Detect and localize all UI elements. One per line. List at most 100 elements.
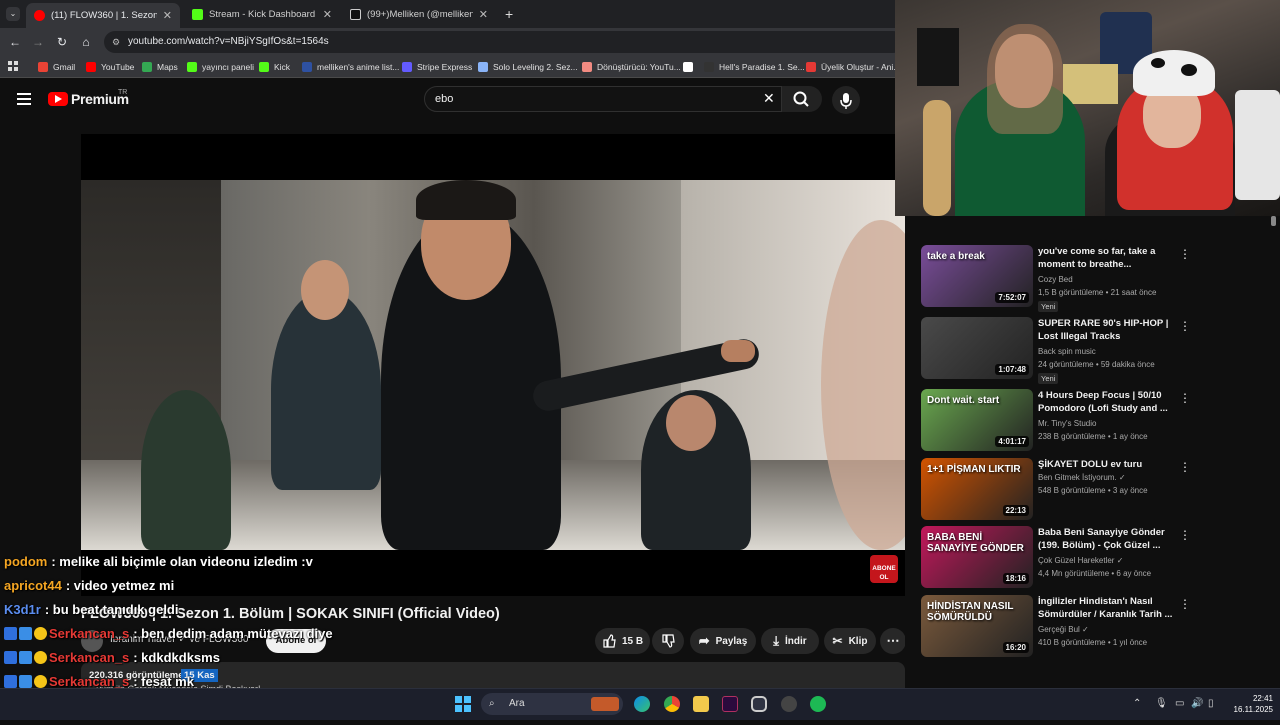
recommended-title[interactable]: 4 Hours Deep Focus | 50/10 Pomodoro (Lof… bbox=[1038, 389, 1176, 415]
recommended-channel[interactable]: Cozy Bed bbox=[1038, 275, 1073, 284]
back-arrow-icon[interactable]: ← bbox=[6, 33, 24, 51]
thumbnail-text: HİNDİSTAN NASIL SÖMÜRÜLDÜ bbox=[927, 601, 1014, 623]
home-icon[interactable]: ⌂ bbox=[77, 33, 95, 51]
recommended-title[interactable]: ŞİKAYET DOLU ev turu bbox=[1038, 458, 1176, 471]
tray-chevron-icon[interactable]: ⌃ bbox=[1133, 698, 1141, 709]
recommended-channel[interactable]: Ben Gitmek İstiyorum. ✓ bbox=[1038, 473, 1126, 482]
more-options-icon[interactable]: ⋮ bbox=[1179, 460, 1191, 474]
recommended-title[interactable]: İngilizler Hindistan'ı Nasıl Sömürdüler … bbox=[1038, 595, 1176, 621]
app-icon[interactable] bbox=[722, 696, 738, 712]
recommended-channel[interactable]: Mr. Tiny's Studio bbox=[1038, 419, 1096, 428]
video-thumbnail[interactable]: Dont wait. start 4:01:17 bbox=[921, 389, 1033, 451]
taskbar-clock[interactable]: 22:41 16.11.2025 bbox=[1228, 693, 1273, 715]
bookmark-item[interactable]: Maps bbox=[142, 58, 178, 76]
subscribe-watermark[interactable]: ABONE OL bbox=[870, 555, 898, 583]
edge-icon[interactable] bbox=[634, 696, 650, 712]
recommended-channel[interactable]: Çok Güzel Hareketler ✓ bbox=[1038, 556, 1123, 565]
recommended-title[interactable]: you've come so far, take a moment to bre… bbox=[1038, 245, 1176, 272]
bookmark-icon bbox=[478, 62, 488, 72]
voice-search-button[interactable] bbox=[832, 86, 860, 114]
download-button[interactable]: ⤓ İndir bbox=[761, 628, 819, 654]
like-button[interactable]: 15 B bbox=[595, 628, 650, 654]
chat-message: K3d1r: bu beat tanıdık geldi bbox=[4, 602, 178, 617]
bookmark-item[interactable]: Solo Leveling 2. Sez... bbox=[478, 58, 578, 76]
video-duration: 22:13 bbox=[1002, 505, 1029, 516]
more-options-icon[interactable]: ⋮ bbox=[1179, 391, 1191, 405]
obs-icon[interactable] bbox=[751, 696, 767, 712]
bookmark-item[interactable]: YouTube bbox=[86, 58, 134, 76]
bookmark-item[interactable]: Kick bbox=[259, 58, 290, 76]
tab-label: (99+)Melliken (@melliken) | Tik bbox=[367, 8, 473, 20]
video-thumbnail[interactable]: 1:07:48 bbox=[921, 317, 1033, 379]
tab-label: (11) FLOW360 | 1. Sezon 1. Bölü bbox=[51, 10, 157, 21]
more-options-icon[interactable]: ⋮ bbox=[1179, 597, 1191, 611]
search-input[interactable]: ebo bbox=[424, 86, 782, 112]
close-tab-icon[interactable]: ✕ bbox=[323, 8, 332, 21]
bookmark-item[interactable]: melliken's anime list... bbox=[302, 58, 399, 76]
more-actions-button[interactable]: ⋯ bbox=[880, 628, 906, 654]
video-thumbnail[interactable]: 1+1 PİŞMAN LIKTIR 22:13 bbox=[921, 458, 1033, 520]
clip-button[interactable]: ✂ Klip bbox=[824, 628, 876, 654]
tab-youtube[interactable]: (11) FLOW360 | 1. Sezon 1. Bölü ✕ bbox=[26, 3, 180, 28]
bookmark-item[interactable]: Üyelik Oluştur - Ani... bbox=[806, 58, 900, 76]
download-icon: ⤓ bbox=[773, 633, 780, 648]
chat-username: podom bbox=[4, 554, 48, 569]
taskbar-search-input[interactable]: ⌕ Ara bbox=[481, 693, 623, 715]
chat-text: : fesat mk bbox=[133, 674, 194, 689]
recommended-channel[interactable]: Back spin music bbox=[1038, 347, 1096, 356]
recommended-title[interactable]: SUPER RARE 90's HIP-HOP | Lost Illegal T… bbox=[1038, 317, 1176, 343]
network-icon[interactable]: ▭ bbox=[1175, 698, 1184, 709]
video-thumbnail[interactable]: HİNDİSTAN NASIL SÖMÜRÜLDÜ 16:20 bbox=[921, 595, 1033, 657]
app-icon[interactable] bbox=[781, 696, 797, 712]
bookmark-item[interactable]: Dönüştürücü: YouTu... bbox=[582, 58, 681, 76]
scrollbar[interactable] bbox=[1271, 216, 1276, 226]
video-thumbnail[interactable]: take a break 7:52:07 bbox=[921, 245, 1033, 307]
thumbnail-text: Dont wait. start bbox=[927, 395, 1000, 406]
bookmark-item[interactable]: yayıncı paneli bbox=[187, 58, 254, 76]
video-duration: 7:52:07 bbox=[995, 292, 1029, 303]
file-explorer-icon[interactable] bbox=[693, 696, 709, 712]
close-tab-icon[interactable]: ✕ bbox=[163, 9, 172, 22]
bookmark-icon bbox=[683, 62, 693, 72]
share-button[interactable]: ➦ Paylaş bbox=[690, 628, 756, 654]
bookmark-item[interactable] bbox=[683, 58, 698, 76]
microphone-icon[interactable]: 🎙 bbox=[1155, 698, 1168, 709]
spotify-icon[interactable] bbox=[810, 696, 826, 712]
battery-icon[interactable]: ▯ bbox=[1208, 698, 1214, 709]
video-thumbnail[interactable]: BABA BENİ SANAYİYE GÖNDER 18:16 bbox=[921, 526, 1033, 588]
close-tab-icon[interactable]: ✕ bbox=[479, 8, 488, 21]
bookmark-label: Kick bbox=[274, 62, 291, 72]
video-player[interactable] bbox=[81, 134, 905, 596]
recommended-meta: 410 B görüntüleme • 1 yıl önce bbox=[1038, 638, 1148, 647]
recommended-title[interactable]: Baba Beni Sanayiye Gönder (199. Bölüm) -… bbox=[1038, 526, 1176, 552]
thumbs-down-icon bbox=[662, 634, 675, 648]
apps-grid-icon[interactable] bbox=[8, 61, 18, 71]
windows-start-icon[interactable] bbox=[455, 696, 471, 712]
bookmark-item[interactable]: Stripe Express bbox=[402, 58, 472, 76]
bookmark-item[interactable]: Gmail bbox=[38, 58, 75, 76]
forward-arrow-icon[interactable]: → bbox=[29, 33, 47, 51]
tab-kick-dashboard[interactable]: Stream - Kick Dashboard ✕ bbox=[184, 3, 340, 25]
tab-search-button[interactable]: ⌄ bbox=[6, 7, 20, 21]
volume-icon[interactable]: 🔊 bbox=[1191, 698, 1203, 709]
recommended-channel[interactable]: Gerçeği Bul ✓ bbox=[1038, 625, 1089, 634]
scissors-icon: ✂ bbox=[832, 634, 843, 648]
tab-tiktok[interactable]: (99+)Melliken (@melliken) | Tik ✕ bbox=[342, 3, 496, 25]
chat-message: Serkancan_s: fesat mk bbox=[4, 674, 194, 689]
bookmark-item[interactable]: Hell's Paradise 1. Se... bbox=[704, 58, 805, 76]
chat-text: : ben dedim adam mütevazı diye bbox=[133, 626, 333, 641]
chat-text: : melike ali biçimle olan videonu izledi… bbox=[51, 554, 313, 569]
dislike-button[interactable] bbox=[652, 628, 684, 654]
more-options-icon[interactable]: ⋮ bbox=[1179, 247, 1191, 261]
bookmark-label: Dönüştürücü: YouTu... bbox=[597, 62, 681, 72]
search-button[interactable] bbox=[782, 86, 822, 112]
new-tab-icon[interactable]: + bbox=[505, 6, 513, 22]
address-bar[interactable]: ⚙ youtube.com/watch?v=NBjiYSgIfOs&t=1564… bbox=[104, 31, 904, 53]
chrome-icon[interactable] bbox=[664, 696, 680, 712]
reload-icon[interactable]: ↻ bbox=[53, 33, 71, 51]
site-info-icon[interactable]: ⚙ bbox=[112, 31, 120, 53]
more-options-icon[interactable]: ⋮ bbox=[1179, 319, 1191, 333]
hamburger-menu-icon[interactable] bbox=[17, 93, 31, 105]
more-options-icon[interactable]: ⋮ bbox=[1179, 528, 1191, 542]
clear-search-icon[interactable]: ✕ bbox=[763, 90, 775, 107]
